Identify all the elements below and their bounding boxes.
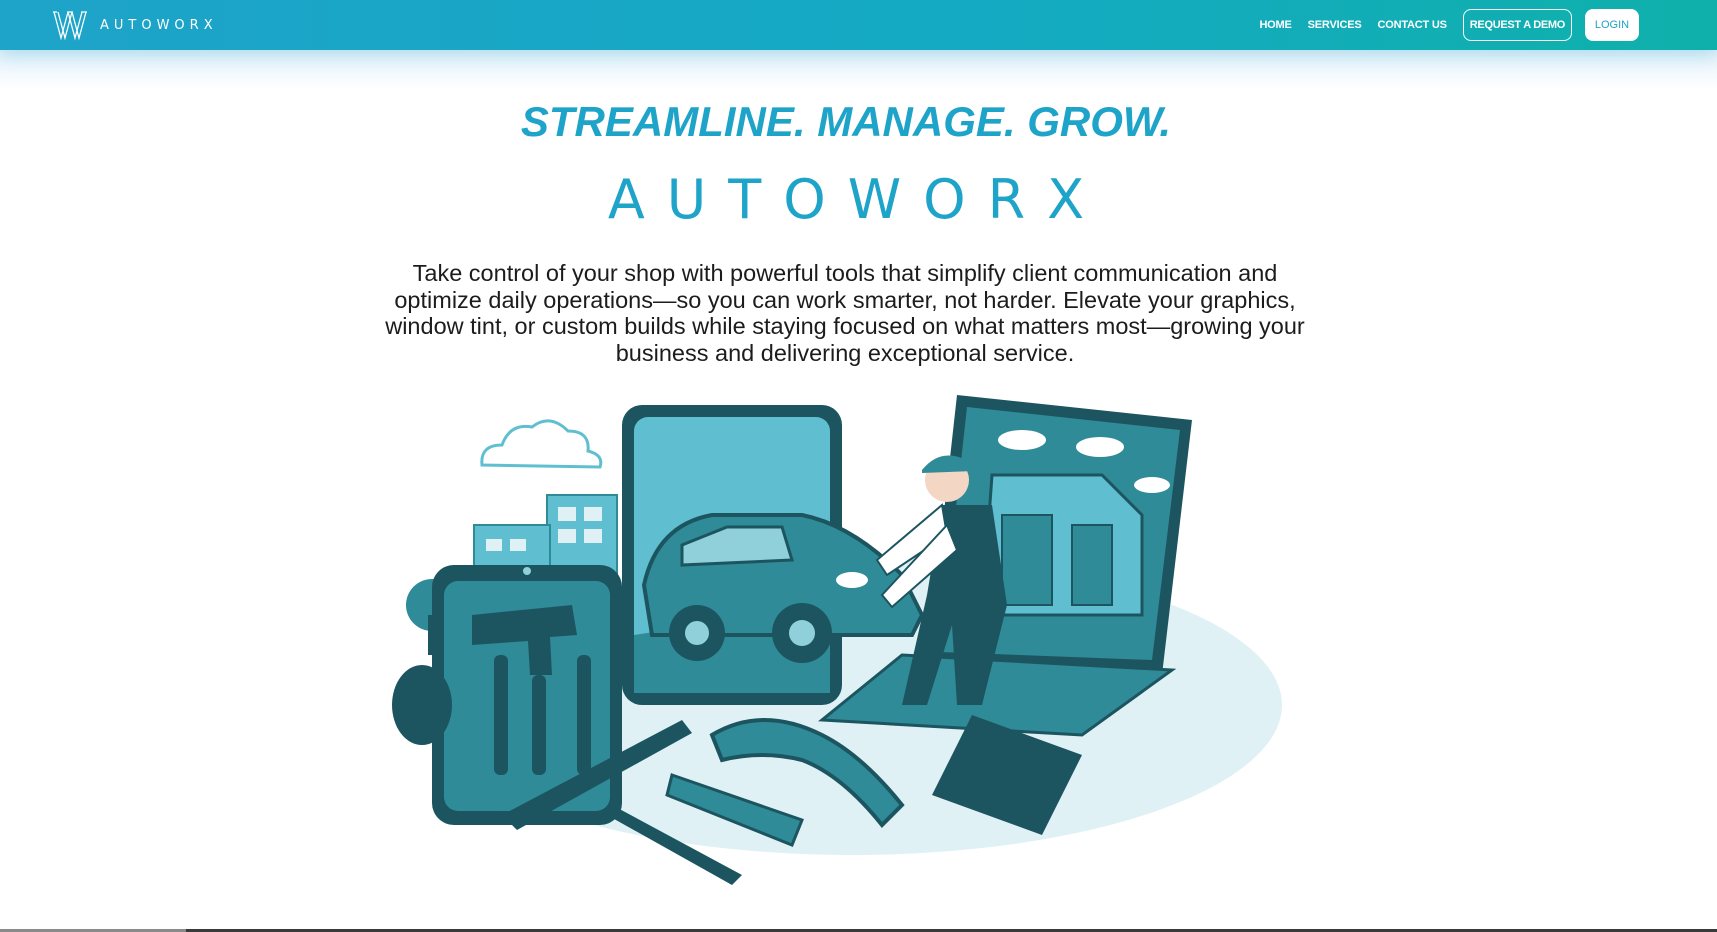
nav-link-home[interactable]: HOME [1259, 19, 1291, 31]
brand-logo-link[interactable]: AUTOWORX [52, 9, 218, 41]
hero-wordmark: AUTOWORX [607, 168, 1107, 231]
hero-tagline: STREAMLINE. MANAGE. GROW. [520, 98, 1172, 145]
hero-description: Take control of your shop with powerful … [385, 260, 1305, 367]
nav-link-contact-us[interactable]: CONTACT US [1377, 19, 1446, 31]
nav-link-services[interactable]: SERVICES [1308, 19, 1362, 31]
header-shadow [0, 50, 1717, 90]
cloud-icon [480, 419, 603, 469]
top-navbar: AUTOWORX HOME SERVICES CONTACT US REQUES… [0, 0, 1717, 50]
login-button[interactable]: LOGIN [1585, 9, 1639, 41]
nav-links: HOME SERVICES CONTACT US REQUEST A DEMO … [1259, 9, 1639, 41]
request-demo-button[interactable]: REQUEST A DEMO [1462, 9, 1572, 41]
hero-illustration [382, 375, 1310, 932]
brand-name: AUTOWORX [100, 17, 218, 33]
autoworx-logo-icon [53, 11, 87, 41]
